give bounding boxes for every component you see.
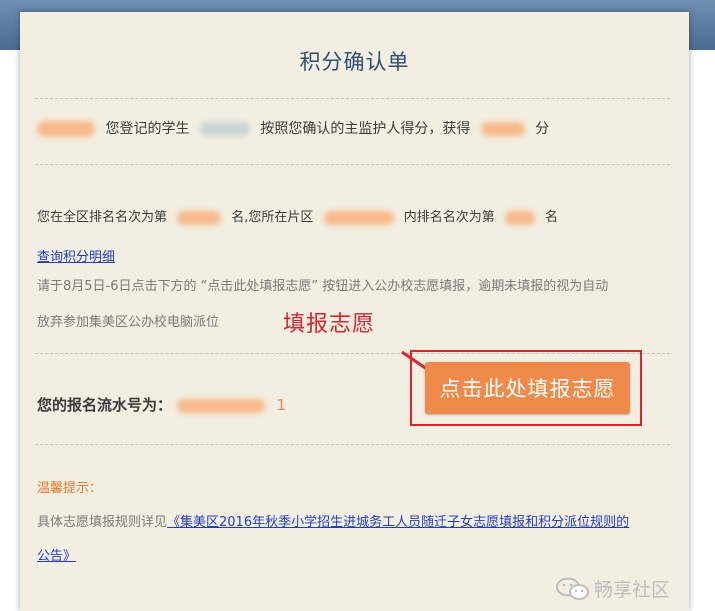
rank-text-2: 名,您所在片区 (231, 210, 314, 225)
redacted-student (199, 122, 250, 136)
score-line: 您登记的学生 按照您确认的主监护人得分，获得 分 (37, 118, 549, 138)
rank-text-4: 名 (545, 210, 559, 225)
watermark-text: 畅享社区 (594, 579, 671, 601)
score-text-3: 分 (535, 121, 550, 137)
tip-line-1: 具体志愿填报规则详见《集美区2016年秋季小学招生进城务工人员随迁子女志愿填报和… (37, 511, 629, 530)
score-text-1: 您登记的学生 (105, 121, 190, 137)
annotation-text: 填报志愿 (283, 312, 376, 337)
redacted-serial (177, 398, 266, 413)
apply-volunteer-button[interactable]: 点击此处填报志愿 (425, 362, 630, 414)
redacted-rank (177, 210, 222, 225)
divider (35, 164, 670, 165)
tip-label: 温馨提示： (37, 481, 103, 496)
page-title: 积分确认单 (299, 50, 410, 74)
instruction-line-2: 放弃参加集美区公办校电脑派位 (37, 315, 220, 330)
instruction-line-1: 请于8月5日-6日点击下方的 “点击此处填报志愿” 按钮进入公办校志愿填报，逾期… (37, 279, 609, 294)
wechat-icon (556, 577, 589, 600)
serial-label: 您的报名流水号为： (37, 396, 173, 414)
serial-line: 您的报名流水号为： 1 (37, 394, 286, 415)
rules-announcement-link-cont[interactable]: 公告》 (37, 545, 76, 564)
query-score-link[interactable]: 查询积分明细 (37, 246, 115, 265)
redacted-name (37, 121, 95, 137)
score-text-2: 按照您确认的主监护人得分，获得 (260, 121, 471, 137)
rank-text-3: 内排名名次为第 (403, 210, 495, 225)
redacted-district (323, 210, 394, 225)
divider (35, 98, 670, 99)
divider (35, 444, 670, 445)
tip-prefix: 具体志愿填报规则详见 (37, 515, 168, 530)
watermark: 畅享社区 (556, 575, 670, 602)
redacted-district-rank (504, 210, 535, 225)
rank-text-1: 您在全区排名名次为第 (37, 210, 168, 225)
rules-announcement-link[interactable]: 《集美区2016年秋季小学招生进城务工人员随迁子女志愿填报和积分派位规则的 (167, 515, 629, 530)
serial-suffix: 1 (276, 396, 287, 414)
redacted-score (480, 122, 525, 136)
rank-line: 您在全区排名名次为第 名,您所在片区 内排名名次为第 名 (37, 206, 558, 225)
